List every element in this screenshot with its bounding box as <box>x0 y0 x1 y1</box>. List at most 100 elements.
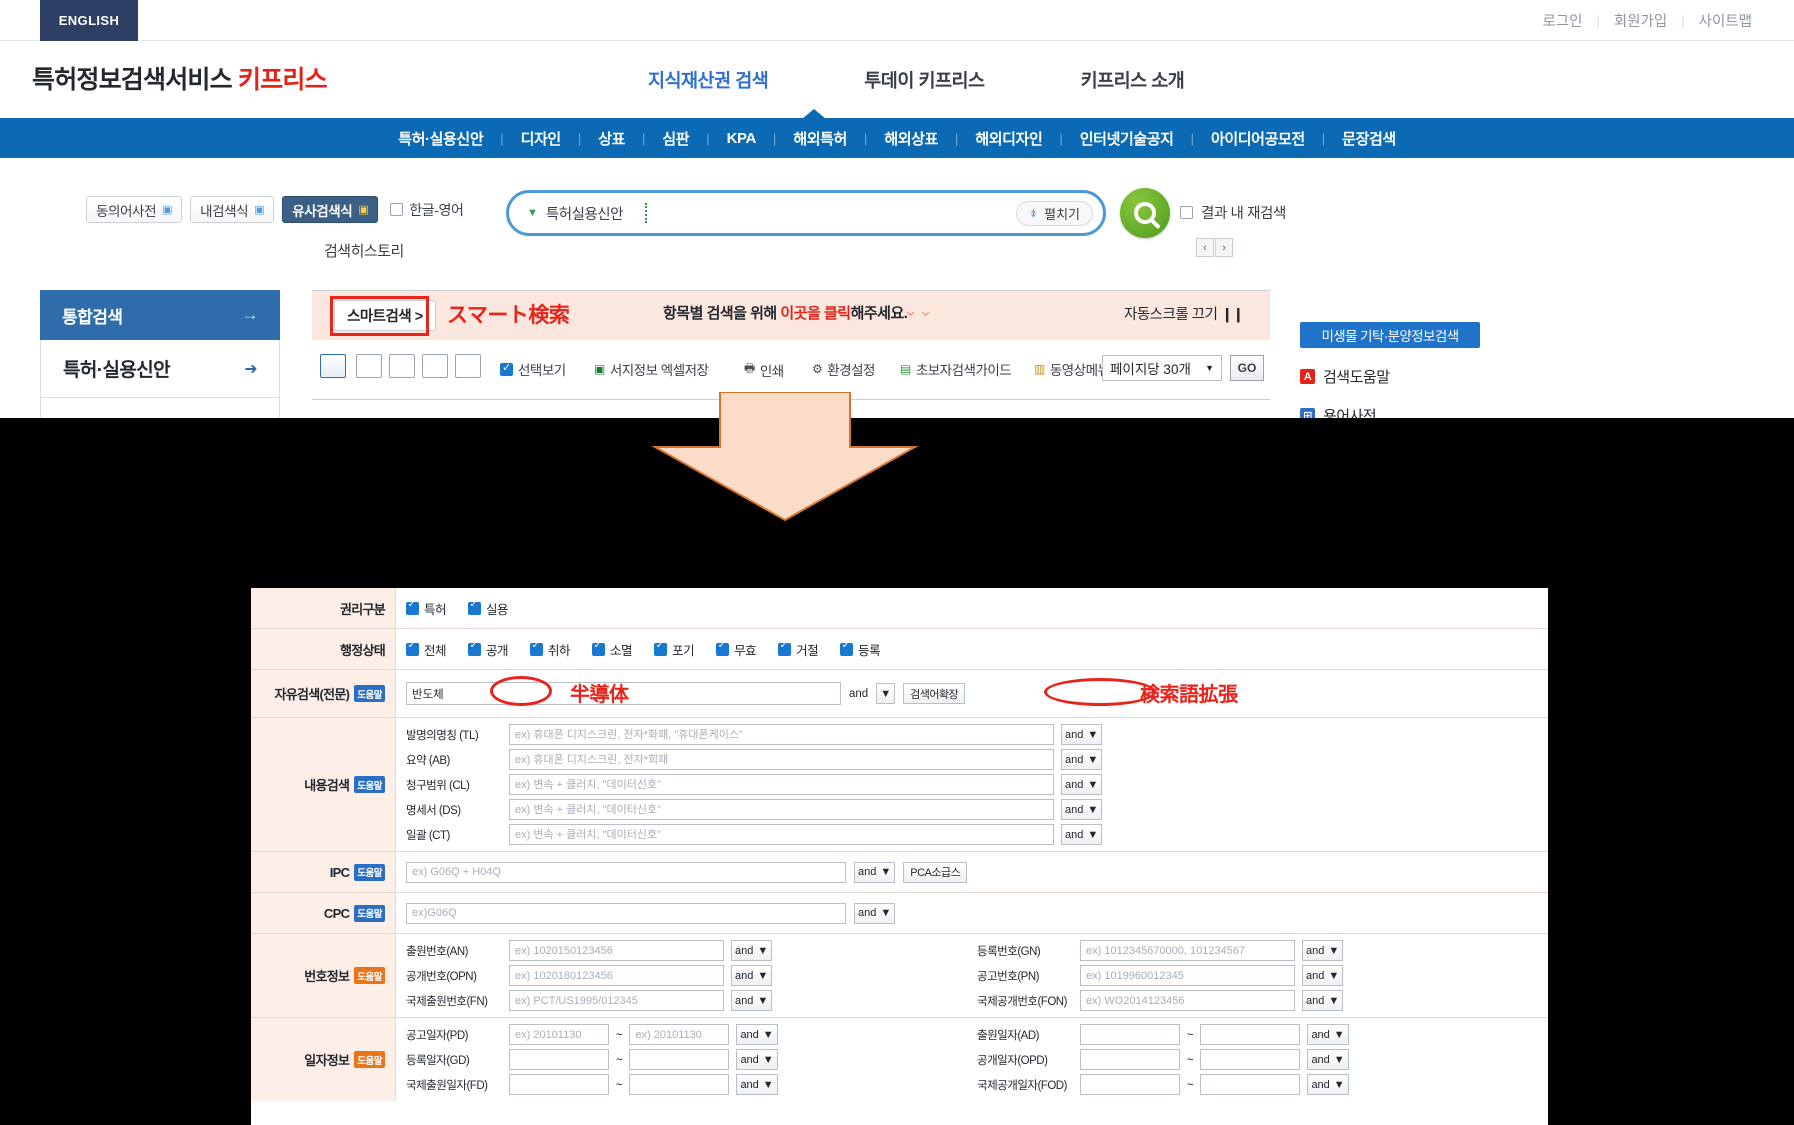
content-operator-all[interactable]: and ▼ <box>1061 824 1103 845</box>
glossary-link[interactable]: ⊞ 용어사전 <box>1300 405 1760 418</box>
content-operator-title[interactable]: and ▼ <box>1061 724 1103 745</box>
number-operator-intl-publication[interactable]: and ▼ <box>1302 990 1344 1011</box>
menu-item-sentence-search[interactable]: 문장검색 <box>1325 128 1413 149</box>
english-language-tab[interactable]: ENGLISH <box>40 0 138 41</box>
ipc-operator-select[interactable]: and ▼ <box>854 861 896 883</box>
date-operator-intl-application[interactable]: and ▼ <box>736 1074 778 1095</box>
admin-status-all[interactable]: 전체 <box>406 640 447 659</box>
site-logo[interactable]: 특허정보검색서비스 키프리스 <box>32 60 328 96</box>
signup-link[interactable]: 회원가입 <box>1600 10 1681 31</box>
date-to-intl-application[interactable] <box>629 1074 730 1095</box>
date-to-announcement[interactable] <box>629 1024 730 1045</box>
number-input-intl-publication[interactable] <box>1080 990 1295 1011</box>
thumb-view-icon[interactable] <box>422 354 448 378</box>
checkbox-icon[interactable] <box>778 640 792 656</box>
number-input-application[interactable] <box>509 940 724 961</box>
content-input-claims[interactable] <box>509 774 1054 795</box>
number-input-announcement[interactable] <box>1080 965 1295 986</box>
checkbox-icon[interactable] <box>654 640 668 656</box>
date-from-registration[interactable] <box>509 1049 609 1070</box>
ipc-lookup-button[interactable]: PCA소급스 <box>903 861 968 883</box>
date-operator-application[interactable]: and ▼ <box>1307 1024 1349 1045</box>
content-operator-abstract[interactable]: and ▼ <box>1061 749 1103 770</box>
admin-status-abandoned[interactable]: 포기 <box>654 640 695 659</box>
expand-search-button[interactable]: ⇟ 펼치기 <box>1015 200 1093 226</box>
login-link[interactable]: 로그인 <box>1528 10 1596 31</box>
korean-english-toggle[interactable]: 한글-영어 <box>390 200 464 220</box>
checkbox-icon[interactable] <box>840 640 854 656</box>
date-operator-intl-publication[interactable]: and ▼ <box>1307 1074 1349 1095</box>
search-history-link[interactable]: 검색히스토리 <box>324 240 404 261</box>
search-type-label[interactable]: 특허실용신안 <box>546 203 624 224</box>
checkbox-icon[interactable] <box>716 640 730 656</box>
menu-item-trademark[interactable]: 상표 <box>581 128 642 149</box>
menu-item-kpa[interactable]: KPA <box>710 130 773 147</box>
text-view-icon[interactable] <box>389 354 415 378</box>
list-view-icon[interactable] <box>320 354 346 378</box>
help-chip[interactable]: 도움말 <box>354 904 385 922</box>
search-help-link[interactable]: A 검색도움말 <box>1300 366 1760 387</box>
date-to-intl-publication[interactable] <box>1200 1074 1301 1095</box>
main-search-box[interactable]: ▼ 특허실용신안 ⇟ 펼치기 <box>506 190 1106 236</box>
korean-english-checkbox[interactable] <box>390 203 404 216</box>
content-operator-description[interactable]: and ▼ <box>1061 799 1103 820</box>
admin-status-withdrawn[interactable]: 취하 <box>530 640 571 659</box>
help-chip[interactable]: 도움말 <box>354 863 385 881</box>
history-next-button[interactable]: › <box>1215 238 1233 257</box>
checkbox-icon[interactable] <box>530 640 544 656</box>
date-from-intl-application[interactable] <box>509 1074 609 1095</box>
number-input-registration[interactable] <box>1080 940 1295 961</box>
menu-item-overseas-patent[interactable]: 해외특허 <box>776 128 864 149</box>
admin-status-rejected[interactable]: 거절 <box>778 640 819 659</box>
admin-status-registered[interactable]: 등록 <box>840 640 881 659</box>
content-operator-claims[interactable]: and ▼ <box>1061 774 1103 795</box>
number-operator-announcement[interactable]: and ▼ <box>1302 965 1344 986</box>
beginner-guide-option[interactable]: ▤ 초보자검색가이드 <box>900 359 1012 379</box>
detail-view-icon[interactable] <box>356 354 382 378</box>
ipc-input[interactable] <box>406 861 846 883</box>
content-input-all[interactable] <box>509 824 1054 845</box>
admin-status-expired[interactable]: 소멸 <box>592 640 633 659</box>
checkbox-icon[interactable] <box>406 599 419 615</box>
date-to-publication[interactable] <box>1200 1049 1301 1070</box>
checkbox-icon[interactable] <box>406 640 419 656</box>
date-operator-announcement[interactable]: and ▼ <box>736 1024 778 1045</box>
checkbox-icon[interactable] <box>592 640 606 656</box>
free-search-operator-select[interactable]: ▼ <box>876 683 896 704</box>
date-from-intl-publication[interactable] <box>1080 1074 1180 1095</box>
sitemap-link[interactable]: 사이트맵 <box>1685 10 1766 31</box>
sidebar-item-integrated-search[interactable]: 통합검색 → <box>40 290 280 340</box>
gnb-item-ip-search[interactable]: 지식재산권 검색 <box>600 67 816 93</box>
menu-item-patent-utility[interactable]: 특허·실용신안 <box>381 128 500 149</box>
help-chip[interactable]: 도움말 <box>354 776 385 793</box>
menu-item-internet-tech-notice[interactable]: 인터넷기술공지 <box>1063 128 1191 149</box>
print-option[interactable]: 🖶 인쇄 <box>744 359 784 380</box>
admin-status-published[interactable]: 공개 <box>468 640 509 659</box>
date-from-announcement[interactable] <box>509 1024 609 1045</box>
number-operator-intl-application[interactable]: and ▼ <box>731 990 773 1011</box>
autoscroll-toggle[interactable]: 자동스크롤 끄기 ❙❙ <box>1124 303 1244 324</box>
go-button[interactable]: GO <box>1230 355 1264 381</box>
microorganism-search-button[interactable]: 미생물 기탁·분양정보검색 <box>1300 322 1480 348</box>
date-to-registration[interactable] <box>629 1049 730 1070</box>
history-prev-button[interactable]: ‹ <box>1196 238 1214 257</box>
help-chip[interactable]: 도움말 <box>354 685 385 702</box>
number-operator-application[interactable]: and ▼ <box>731 940 773 961</box>
search-input[interactable] <box>646 204 1016 222</box>
cpc-input[interactable] <box>406 902 846 924</box>
date-operator-registration[interactable]: and ▼ <box>736 1049 778 1070</box>
content-input-description[interactable] <box>509 799 1054 820</box>
number-input-intl-application[interactable] <box>509 990 724 1011</box>
content-input-abstract[interactable] <box>509 749 1054 770</box>
select-view-option[interactable]: 선택보기 <box>500 359 566 379</box>
settings-option[interactable]: ⚙ 환경설정 <box>812 359 875 379</box>
checkbox-icon[interactable] <box>468 640 482 656</box>
admin-status-invalid[interactable]: 무효 <box>716 640 757 659</box>
menu-item-overseas-design[interactable]: 해외디자인 <box>958 128 1059 149</box>
number-operator-publication[interactable]: and ▼ <box>731 965 773 986</box>
date-from-application[interactable] <box>1080 1024 1180 1045</box>
content-input-title[interactable] <box>509 724 1054 745</box>
sidebar-item-patent-utility[interactable]: 특허·실용신안 ➜ <box>40 340 280 398</box>
rights-type-utility[interactable]: 실용 <box>468 599 509 618</box>
gnb-item-today-kipris[interactable]: 투데이 키프리스 <box>816 67 1032 93</box>
